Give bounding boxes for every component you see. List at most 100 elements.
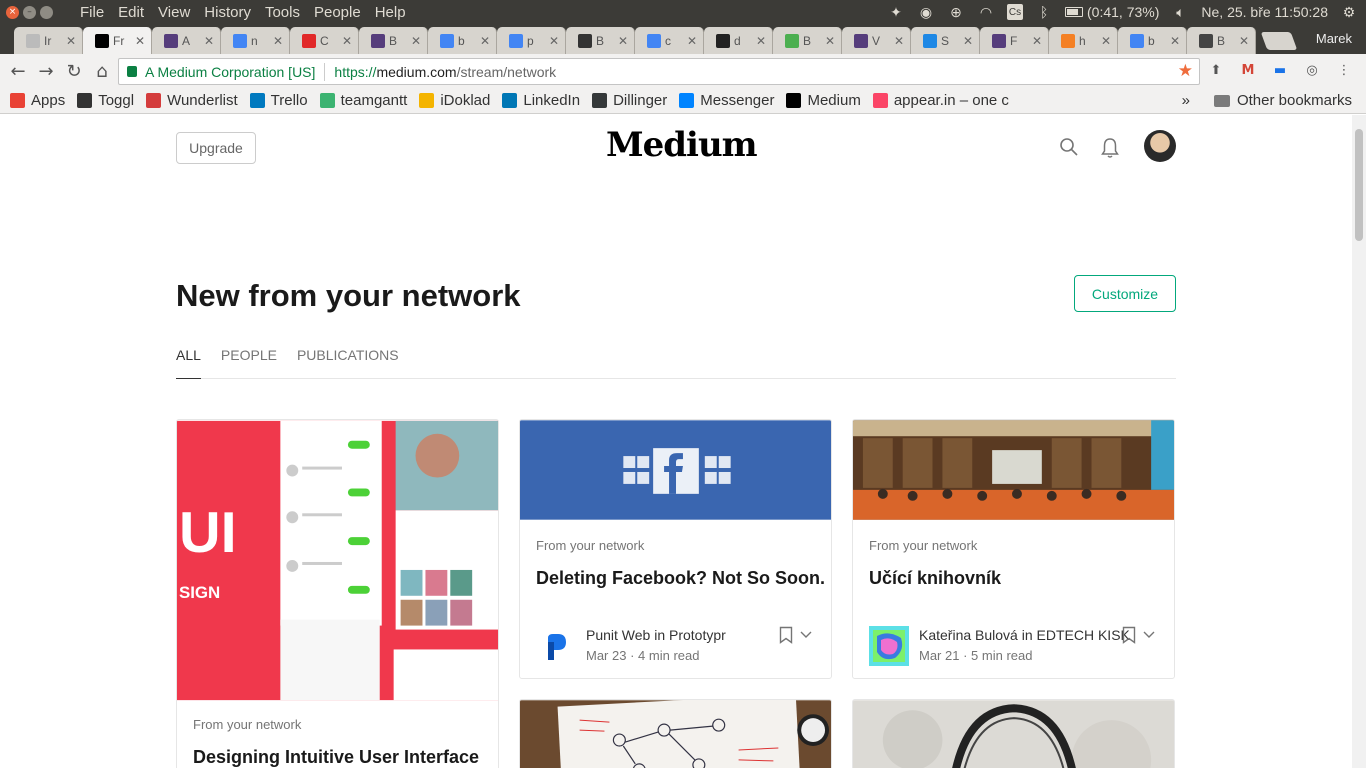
story-card[interactable]: UI SIGN From your network Designing Intu… [176,419,499,768]
bookmark-item[interactable]: iDoklad [419,92,490,109]
tab-close-icon[interactable]: ✕ [411,34,421,48]
user-avatar[interactable] [1144,130,1176,162]
edtech-kisk-logo-icon[interactable] [869,626,909,666]
volume-icon[interactable]: 🔈︎ [1171,3,1189,21]
tab-close-icon[interactable]: ✕ [204,34,214,48]
security-label[interactable]: A Medium Corporation [US] [145,64,315,80]
bookmark-item[interactable]: Dillinger [592,92,667,109]
medium-logo[interactable]: Medium [606,125,758,165]
browser-tab[interactable]: B ✕ [566,27,635,54]
window-maximize-button[interactable] [40,5,53,19]
bluetooth-icon[interactable]: ᛒ [1035,3,1053,21]
tab-close-icon[interactable]: ✕ [1239,34,1249,48]
address-bar[interactable]: A Medium Corporation [US] https:// mediu… [118,58,1200,85]
browser-tab[interactable]: c ✕ [635,27,704,54]
card-title[interactable]: Učící knihovník [869,568,1001,589]
chevron-down-icon[interactable] [1142,630,1156,640]
tab-close-icon[interactable]: ✕ [687,34,697,48]
menu-help[interactable]: Help [368,4,413,21]
chrome-icon[interactable]: ◉ [917,3,935,21]
home-button[interactable]: ⌂ [88,61,116,82]
battery-status[interactable]: (0:41, 73%) [1065,4,1159,20]
customize-button[interactable]: Customize [1074,275,1176,312]
tab-close-icon[interactable]: ✕ [756,34,766,48]
bookmark-item[interactable]: Trello [249,92,308,109]
chevron-down-icon[interactable] [799,630,813,640]
browser-tab[interactable]: b ✕ [1118,27,1187,54]
browser-tab[interactable]: Ir ✕ [14,27,83,54]
tab-publications[interactable]: PUBLICATIONS [297,347,399,379]
new-tab-button[interactable] [1260,32,1298,50]
prototypr-logo-icon[interactable] [536,626,576,666]
other-bookmarks[interactable]: Other bookmarks [1213,92,1352,109]
menu-history[interactable]: History [197,4,258,21]
menu-view[interactable]: View [151,4,197,21]
tab-close-icon[interactable]: ✕ [66,34,76,48]
menu-tools[interactable]: Tools [258,4,307,21]
bookmark-star-icon[interactable]: ★ [1178,61,1193,81]
bookmark-item[interactable]: Wunderlist [146,92,238,109]
bookmark-icon[interactable] [779,626,793,644]
profile-name[interactable]: Marek [1316,31,1352,46]
tab-close-icon[interactable]: ✕ [480,34,490,48]
upgrade-button[interactable]: Upgrade [176,132,256,164]
bookmark-item[interactable]: Toggl [77,92,134,109]
menu-file[interactable]: File [73,4,111,21]
keyboard-layout-icon[interactable]: Cs [1007,4,1024,20]
menu-people[interactable]: People [307,4,368,21]
bookmark-icon[interactable] [1122,626,1136,644]
menu-edit[interactable]: Edit [111,4,151,21]
bookmark-item[interactable]: Apps [10,92,65,109]
window-minimize-button[interactable]: – [23,5,36,19]
page-scrollbar[interactable] [1352,115,1366,768]
tab-close-icon[interactable]: ✕ [618,34,628,48]
tab-close-icon[interactable]: ✕ [342,34,352,48]
tab-all[interactable]: ALL [176,347,201,379]
password-manager-icon[interactable]: ⊕ [947,3,965,21]
reload-button[interactable]: ↻ [60,61,88,82]
bookmark-item[interactable]: Messenger [679,92,774,109]
bookmark-item[interactable]: LinkedIn [502,92,580,109]
calendar-icon[interactable]: ▬ [1270,60,1290,80]
tab-close-icon[interactable]: ✕ [135,34,145,48]
browser-tab[interactable]: B ✕ [1187,27,1256,54]
codepen-extension-icon[interactable]: ◎ [1302,60,1322,80]
notifications-bell-icon[interactable] [1100,137,1120,159]
browser-tab[interactable]: h ✕ [1049,27,1118,54]
tab-close-icon[interactable]: ✕ [963,34,973,48]
browser-tab[interactable]: b ✕ [428,27,497,54]
tab-close-icon[interactable]: ✕ [1101,34,1111,48]
browser-tab[interactable]: F ✕ [980,27,1049,54]
window-close-button[interactable]: × [6,5,19,19]
browser-tab[interactable]: p ✕ [497,27,566,54]
tab-close-icon[interactable]: ✕ [1032,34,1042,48]
browser-tab[interactable]: d ✕ [704,27,773,54]
card-title[interactable]: Designing Intuitive User Interface [193,747,479,768]
gmail-icon[interactable]: M [1238,60,1258,80]
tab-close-icon[interactable]: ✕ [825,34,835,48]
browser-tab[interactable]: S ✕ [911,27,980,54]
browser-tab[interactable]: Fr ✕ [83,27,152,54]
story-card[interactable]: From your network Deleting Facebook? Not… [519,419,832,679]
card-author[interactable]: Punit Web in Prototypr [586,627,726,643]
story-card[interactable] [852,699,1175,768]
chrome-menu-icon[interactable]: ⋮ [1334,60,1354,80]
tab-close-icon[interactable]: ✕ [273,34,283,48]
browser-tab[interactable]: C ✕ [290,27,359,54]
bookmark-item[interactable]: teamgantt [319,92,407,109]
story-card[interactable] [519,699,832,768]
back-button[interactable]: ← [4,61,32,82]
tab-people[interactable]: PEOPLE [221,347,277,379]
clock[interactable]: Ne, 25. bře 11:50:28 [1201,4,1328,20]
extension-upload-icon[interactable]: ⬆ [1206,60,1226,80]
card-title[interactable]: Deleting Facebook? Not So Soon. [536,568,825,589]
card-author[interactable]: Kateřina Bulová in EDTECH KISK [919,627,1130,643]
browser-tab[interactable]: B ✕ [359,27,428,54]
browser-tab[interactable]: V ✕ [842,27,911,54]
browser-tab[interactable]: A ✕ [152,27,221,54]
browser-tab[interactable]: B ✕ [773,27,842,54]
bookmark-item[interactable]: appear.in – one c [872,92,1009,109]
tab-close-icon[interactable]: ✕ [549,34,559,48]
scrollbar-thumb[interactable] [1355,129,1363,241]
dropbox-icon[interactable]: ✦ [887,3,905,21]
